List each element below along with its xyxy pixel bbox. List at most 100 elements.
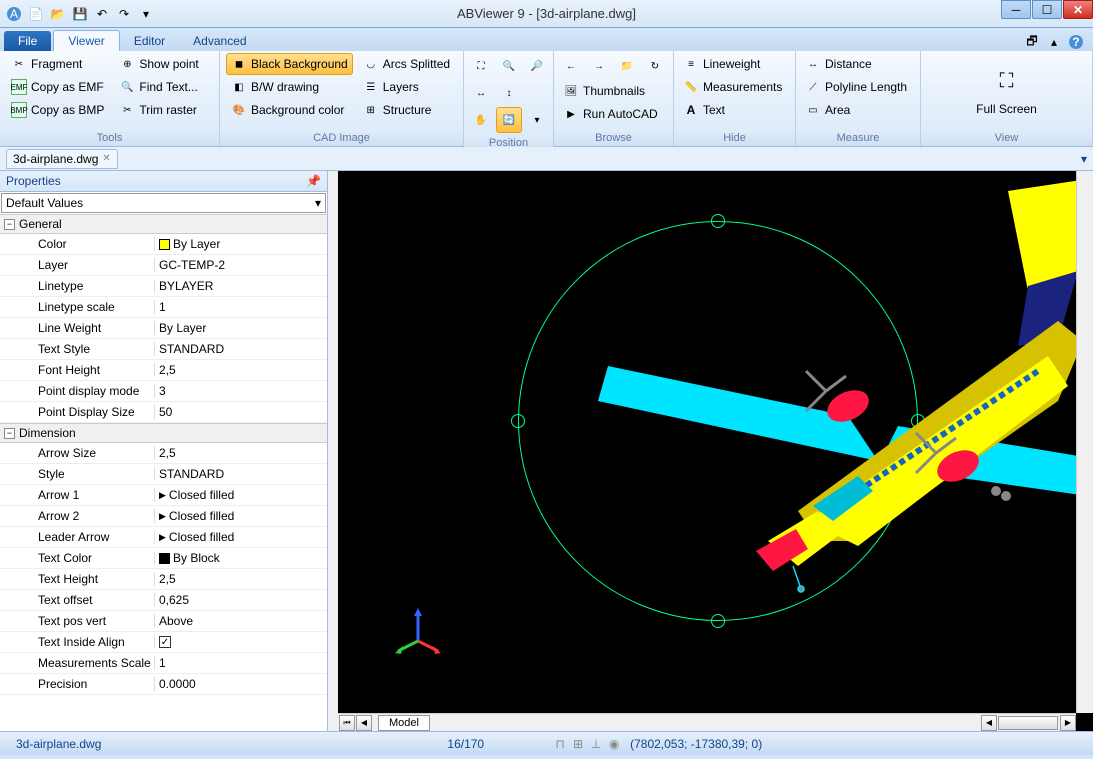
ribbon-minimize-icon[interactable]: ▴ <box>1045 33 1063 51</box>
scroll-left-icon[interactable]: ◀ <box>981 715 997 731</box>
property-value[interactable]: 0,625 <box>155 593 327 607</box>
layers-button[interactable]: ☰Layers <box>358 76 455 98</box>
property-row[interactable]: Precision0.0000 <box>0 674 327 695</box>
property-row[interactable]: Arrow Size2,5 <box>0 443 327 464</box>
scroll-prev-icon[interactable]: ◀ <box>356 715 372 731</box>
property-value[interactable]: 1 <box>155 656 327 670</box>
property-row[interactable]: Text StyleSTANDARD <box>0 339 327 360</box>
property-row[interactable]: Measurements Scale1 <box>0 653 327 674</box>
text-button[interactable]: AText <box>678 99 791 121</box>
scroll-thumb[interactable] <box>998 716 1058 730</box>
property-value[interactable]: ▶Closed filled <box>155 530 327 544</box>
property-value[interactable]: By Block <box>155 551 327 565</box>
scroll-right-icon[interactable]: ▶ <box>1060 715 1076 731</box>
property-row[interactable]: Arrow 2▶Closed filled <box>0 506 327 527</box>
property-value[interactable]: 1 <box>155 300 327 314</box>
arcs-splitted-button[interactable]: ◡Arcs Splitted <box>358 53 455 75</box>
new-icon[interactable]: 📄 <box>26 4 46 24</box>
property-row[interactable]: ColorBy Layer <box>0 234 327 255</box>
copy-emf-button[interactable]: EMFCopy as EMF <box>6 76 109 98</box>
zoom-in-button[interactable]: 🔍 <box>496 53 522 79</box>
window-state-icon[interactable]: 🗗 <box>1023 33 1041 51</box>
properties-combo[interactable]: Default Values ▾ <box>1 193 326 213</box>
find-text-button[interactable]: 🔍Find Text... <box>114 76 203 98</box>
property-row[interactable]: Text Inside Align✓ <box>0 632 327 653</box>
property-value[interactable]: ▶Closed filled <box>155 509 327 523</box>
undo-icon[interactable]: ↶ <box>92 4 112 24</box>
property-row[interactable]: LinetypeBYLAYER <box>0 276 327 297</box>
pin-icon[interactable]: 📌 <box>306 174 321 188</box>
orbit-handle-left[interactable] <box>511 414 525 428</box>
collapse-icon[interactable]: − <box>4 428 15 439</box>
copy-bmp-button[interactable]: BMPCopy as BMP <box>6 99 109 121</box>
bg-color-button[interactable]: 🎨Background color <box>226 99 353 121</box>
tab-file[interactable]: File <box>4 31 51 51</box>
property-value[interactable]: 2,5 <box>155 446 327 460</box>
property-row[interactable]: Font Height2,5 <box>0 360 327 381</box>
save-icon[interactable]: 💾 <box>70 4 90 24</box>
property-value[interactable]: Above <box>155 614 327 628</box>
fragment-button[interactable]: ✂Fragment <box>6 53 109 75</box>
distance-button[interactable]: ↔Distance <box>800 53 916 75</box>
tab-viewer[interactable]: Viewer <box>53 30 119 51</box>
thumbnails-button[interactable]: 🖼Thumbnails <box>558 80 669 102</box>
bw-drawing-button[interactable]: ◧B/W drawing <box>226 76 353 98</box>
zoom-extents-button[interactable]: ⛶ <box>468 53 494 79</box>
property-value[interactable]: 50 <box>155 405 327 419</box>
property-group-general[interactable]: − General <box>0 214 327 234</box>
polar-icon[interactable]: ◉ <box>606 736 622 752</box>
refresh-button[interactable]: ↻ <box>642 53 668 79</box>
tab-advanced[interactable]: Advanced <box>179 31 260 51</box>
property-row[interactable]: StyleSTANDARD <box>0 464 327 485</box>
viewport[interactable]: ⏮ ◀ Model ◀ ▶ <box>328 171 1093 731</box>
close-tab-icon[interactable]: ✕ <box>102 153 110 164</box>
show-point-button[interactable]: ⊕Show point <box>114 53 203 75</box>
pan-button[interactable]: ✋ <box>468 107 494 133</box>
tabs-dropdown-icon[interactable]: ▾ <box>1081 152 1087 166</box>
fit-height-button[interactable]: ↕ <box>496 80 522 106</box>
horizontal-scrollbar[interactable]: ⏮ ◀ Model ◀ ▶ <box>338 713 1076 731</box>
lineweight-button[interactable]: ≡Lineweight <box>678 53 791 75</box>
property-row[interactable]: Linetype scale1 <box>0 297 327 318</box>
property-value[interactable]: 2,5 <box>155 572 327 586</box>
property-value[interactable]: ▶Closed filled <box>155 488 327 502</box>
orbit-dropdown[interactable]: ▾ <box>524 107 550 133</box>
prev-button[interactable]: ← <box>558 53 584 79</box>
property-value[interactable]: GC-TEMP-2 <box>155 258 327 272</box>
trim-raster-button[interactable]: ✂Trim raster <box>114 99 203 121</box>
property-value[interactable]: 2,5 <box>155 363 327 377</box>
run-autocad-button[interactable]: ▶Run AutoCAD <box>558 103 669 125</box>
property-value[interactable]: STANDARD <box>155 342 327 356</box>
next-button[interactable]: → <box>586 53 612 79</box>
grid-icon[interactable]: ⊞ <box>570 736 586 752</box>
ortho-icon[interactable]: ⊥ <box>588 736 604 752</box>
polyline-length-button[interactable]: ⟋Polyline Length <box>800 76 916 98</box>
property-row[interactable]: Text pos vertAbove <box>0 611 327 632</box>
app-icon[interactable]: A <box>4 4 24 24</box>
model-tab[interactable]: Model <box>378 715 430 731</box>
orbit-button[interactable]: 🔄 <box>496 107 522 133</box>
black-background-button[interactable]: ◼Black Background <box>226 53 353 75</box>
area-button[interactable]: ▭Area <box>800 99 916 121</box>
property-value[interactable]: ✓ <box>155 636 327 648</box>
fit-width-button[interactable]: ↔ <box>468 80 494 106</box>
zoom-out-button[interactable]: 🔎 <box>524 53 550 79</box>
scroll-first-icon[interactable]: ⏮ <box>339 715 355 731</box>
folder-button[interactable]: 📁 <box>614 53 640 79</box>
property-value[interactable]: By Layer <box>155 321 327 335</box>
maximize-button[interactable]: ☐ <box>1032 0 1062 19</box>
property-row[interactable]: Text Height2,5 <box>0 569 327 590</box>
collapse-icon[interactable]: − <box>4 219 15 230</box>
property-row[interactable]: Arrow 1▶Closed filled <box>0 485 327 506</box>
tab-editor[interactable]: Editor <box>120 31 179 51</box>
property-row[interactable]: Point display mode3 <box>0 381 327 402</box>
property-value[interactable]: By Layer <box>155 237 327 251</box>
property-row[interactable]: LayerGC-TEMP-2 <box>0 255 327 276</box>
property-value[interactable]: 3 <box>155 384 327 398</box>
property-value[interactable]: 0.0000 <box>155 677 327 691</box>
structure-button[interactable]: ⊞Structure <box>358 99 455 121</box>
open-icon[interactable]: 📂 <box>48 4 68 24</box>
property-row[interactable]: Point Display Size50 <box>0 402 327 423</box>
full-screen-button[interactable]: ⛶Full Screen <box>972 59 1042 123</box>
property-row[interactable]: Line WeightBy Layer <box>0 318 327 339</box>
